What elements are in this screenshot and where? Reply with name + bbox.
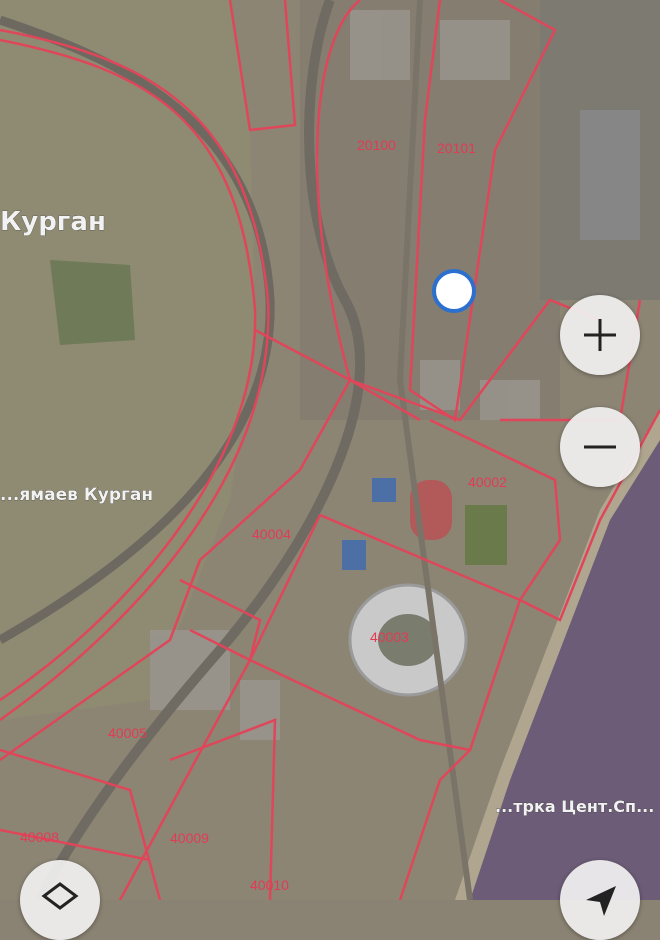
zone-label: 40003 [370,629,409,645]
football-pitch [465,505,507,565]
urban-block-north [300,0,560,420]
zone-label: 40009 [170,830,209,846]
place-label-mamaev-kurgan: ...ямаев Курган [0,485,153,505]
zoom-out-button[interactable] [560,407,640,487]
plus-icon [584,319,616,351]
zone-label: 40002 [468,474,507,490]
layers-button[interactable] [20,860,100,940]
zone-label: 20101 [437,140,476,156]
zone-label: 40008 [20,829,59,845]
green-lawn [50,260,135,345]
zone-label: 40010 [250,877,289,893]
minus-icon [584,445,616,449]
zone-label: 20100 [357,137,396,153]
zone-label: 40005 [108,725,147,741]
locate-arrow-icon [586,886,616,916]
zone-label: 40004 [252,526,291,542]
layers-icon [41,882,79,910]
place-label-kurgan: Курган [0,207,106,237]
zoom-in-button[interactable] [560,295,640,375]
blue-roof [372,478,396,502]
location-marker[interactable] [432,269,476,313]
blue-roof [342,540,366,570]
place-label-center: ...трка Цент.Сп... [495,797,654,816]
locate-button[interactable] [560,860,640,940]
